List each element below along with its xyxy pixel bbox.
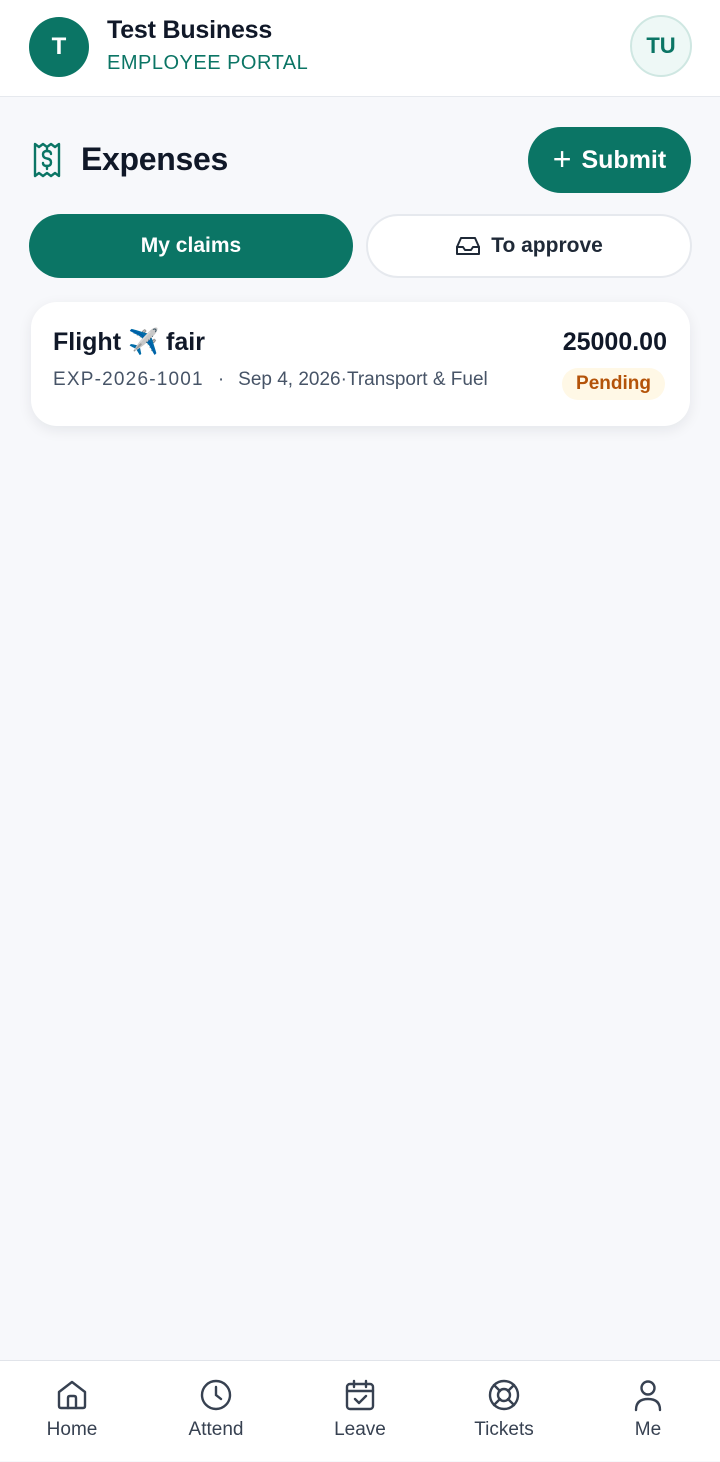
business-name: Test Business — [107, 16, 273, 44]
nav-item-home[interactable]: Home — [0, 1361, 144, 1462]
portal-label: EMPLOYEE PORTAL — [107, 52, 309, 74]
home-icon — [57, 1380, 87, 1410]
claim-category: Transport & Fuel — [346, 369, 488, 390]
claim-date: Sep 4, 2026 — [238, 369, 341, 390]
page-title: Expenses — [81, 141, 229, 177]
tab-to-approve[interactable]: To approve — [366, 214, 692, 278]
nav-item-me[interactable]: Me — [576, 1361, 720, 1462]
business-avatar-letter: T — [51, 33, 67, 60]
nav-label-leave: Leave — [334, 1419, 386, 1440]
submit-expense-button[interactable]: + Submit — [528, 127, 691, 193]
nav-item-attend[interactable]: Attend — [144, 1361, 288, 1462]
status-badge: Pending — [562, 368, 665, 400]
nav-label-attend: Attend — [188, 1419, 244, 1440]
claim-meta: EXP-2026-1001 · Sep 4, 2026·Transport & Fu… — [53, 369, 488, 391]
user-avatar-button[interactable]: TU — [630, 15, 692, 77]
nav-label-me: Me — [634, 1419, 662, 1440]
user-icon — [634, 1380, 662, 1412]
submit-button-label: Submit — [581, 145, 667, 174]
business-avatar: T — [29, 17, 89, 77]
user-initials: TU — [646, 33, 676, 58]
bottom-navigation: Home Attend Leave Tickets Me — [0, 1360, 720, 1461]
plus-icon: + — [552, 140, 572, 177]
claims-tabs: My claims To approve — [29, 214, 693, 279]
expense-claim-card[interactable]: Flight ✈️ fair 25000.00 EXP-2026-1001 · Se… — [31, 302, 690, 426]
calendar-check-icon — [345, 1379, 375, 1411]
nav-item-leave[interactable]: Leave — [288, 1361, 432, 1462]
tab-my-claims[interactable]: My claims — [29, 214, 353, 278]
claim-title: Flight ✈️ fair — [53, 328, 205, 356]
nav-label-tickets: Tickets — [474, 1419, 534, 1440]
claim-code: EXP-2026-1001 — [53, 369, 204, 390]
tab-my-claims-label: My claims — [140, 234, 242, 257]
inbox-icon — [456, 237, 481, 255]
clock-icon — [200, 1379, 232, 1411]
top-header: T Test Business EMPLOYEE PORTAL TU — [0, 0, 720, 97]
claim-amount: 25000.00 — [562, 328, 667, 356]
tab-to-approve-label: To approve — [491, 234, 603, 257]
nav-item-tickets[interactable]: Tickets — [432, 1361, 576, 1462]
expenses-section-header: Expenses + Submit — [0, 127, 720, 193]
nav-label-home: Home — [46, 1419, 98, 1440]
meta-separator: · — [217, 369, 225, 390]
receipt-icon — [33, 142, 61, 178]
lifebuoy-icon — [488, 1379, 520, 1411]
